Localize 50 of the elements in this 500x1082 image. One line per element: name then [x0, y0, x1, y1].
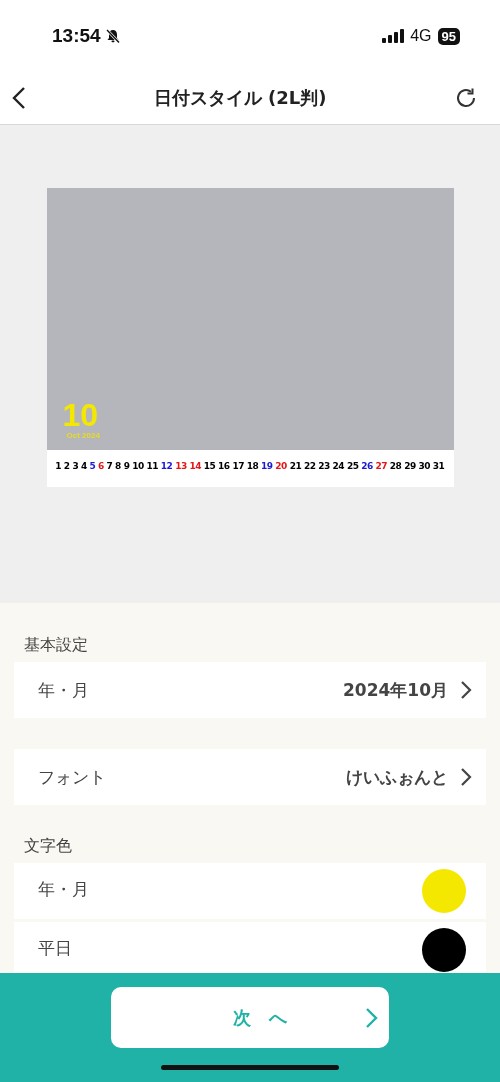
calendar-day: 25: [346, 460, 359, 471]
chevron-right-icon: [460, 767, 472, 787]
calendar-day: 1: [55, 460, 62, 471]
screen-title: 日付スタイル (2L判): [153, 86, 327, 110]
calendar-day: 28: [389, 460, 402, 471]
chevron-right-icon: [460, 680, 472, 700]
calendar-day: 10: [132, 460, 144, 471]
calendar-day: 31: [432, 460, 445, 471]
back-icon[interactable]: [12, 86, 26, 110]
section-heading: 基本設定: [23, 635, 89, 656]
calendar-day: 24: [332, 460, 345, 471]
network-label: 4G: [410, 27, 432, 45]
settings-row[interactable]: フォント けいふぉんと: [14, 749, 486, 805]
calendar-day: 13: [175, 460, 187, 471]
calendar-day: 12: [160, 460, 173, 471]
bell-muted-icon: [104, 28, 121, 44]
status-time: 13:54: [52, 25, 101, 47]
calendar-day: 9: [123, 460, 130, 471]
calendar-day: 27: [375, 460, 388, 471]
calendar-day: 18: [246, 460, 259, 471]
calendar-day: 22: [303, 460, 316, 471]
calendar-day: 11: [146, 460, 159, 471]
calendar-day: 2: [63, 460, 70, 471]
calendar-day: 19: [261, 460, 273, 471]
calendar-day: 4: [80, 460, 87, 471]
settings-row[interactable]: 年・月 2024年10月: [14, 662, 486, 718]
color-row[interactable]: 年・月: [14, 863, 486, 919]
section-heading: 文字色: [23, 836, 73, 857]
month-caption: Oct 2024: [66, 431, 100, 440]
calendar-day: 23: [318, 460, 330, 471]
calendar-day: 14: [189, 460, 201, 471]
calendar-day: 20: [275, 460, 287, 471]
calendar-day: 29: [404, 460, 416, 471]
calendar-day: 6: [98, 460, 104, 471]
signal-icon: [382, 29, 405, 43]
refresh-icon[interactable]: [454, 86, 478, 110]
battery-badge: 95: [437, 27, 460, 45]
calendar-day: 5: [89, 460, 96, 471]
calendar-day: 26: [361, 460, 373, 471]
calendar-day: 30: [418, 460, 430, 471]
calendar-day: 8: [115, 460, 121, 471]
calendar-day: 3: [72, 460, 79, 471]
month-number: 10: [62, 399, 99, 431]
calendar-day: 16: [218, 460, 230, 471]
calendar-day: 21: [289, 460, 302, 471]
color-row[interactable]: 平日: [14, 922, 486, 973]
calendar-day: 15: [203, 460, 216, 471]
calendar-day: 7: [106, 460, 113, 471]
chevron-right-icon: [365, 1006, 379, 1029]
calendar-day: 17: [232, 460, 244, 471]
